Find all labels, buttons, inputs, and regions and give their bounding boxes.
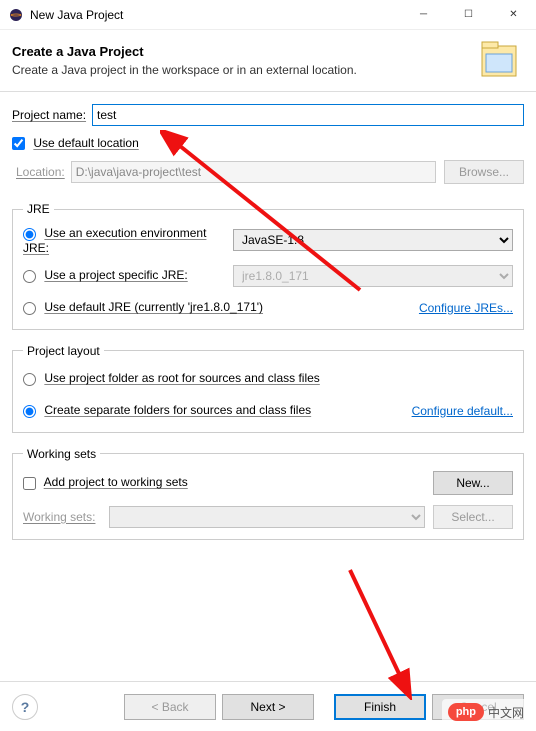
location-label: Location:	[16, 165, 65, 179]
use-default-location-checkbox[interactable]: Use default location	[12, 136, 145, 150]
annotation-arrow-2	[340, 560, 440, 700]
project-name-input[interactable]	[92, 104, 524, 126]
new-working-set-button[interactable]: New...	[433, 471, 513, 495]
configure-default-link[interactable]: Configure default...	[412, 404, 513, 418]
wizard-icon	[474, 36, 524, 85]
location-input	[71, 161, 436, 183]
layout-group: Project layout Use project folder as roo…	[12, 344, 524, 433]
layout-separate-radio[interactable]: Create separate folders for sources and …	[23, 403, 317, 417]
working-sets-group: Working sets Add project to working sets…	[12, 447, 524, 540]
content: Project name: Use default location Locat…	[0, 92, 536, 566]
banner: Create a Java Project Create a Java proj…	[0, 30, 536, 92]
back-button: < Back	[124, 694, 216, 720]
close-button[interactable]: ✕	[491, 0, 536, 30]
working-sets-legend: Working sets	[23, 447, 100, 461]
use-default-location-check[interactable]	[12, 137, 25, 150]
configure-jres-link[interactable]: Configure JREs...	[419, 301, 513, 315]
window-title: New Java Project	[30, 8, 123, 22]
help-button[interactable]: ?	[12, 694, 38, 720]
minimize-button[interactable]: ─	[401, 0, 446, 30]
jre-specific-radio[interactable]: Use a project specific JRE:	[23, 268, 233, 282]
page-subtitle: Create a Java project in the workspace o…	[12, 63, 357, 77]
titlebar: New Java Project ─ ☐ ✕	[0, 0, 536, 30]
browse-button: Browse...	[444, 160, 524, 184]
finish-button[interactable]: Finish	[334, 694, 426, 720]
jre-specific-select: jre1.8.0_171	[233, 265, 513, 287]
layout-root-radio[interactable]: Use project folder as root for sources a…	[23, 371, 326, 385]
maximize-button[interactable]: ☐	[446, 0, 491, 30]
jre-exec-env-select[interactable]: JavaSE-1.8	[233, 229, 513, 251]
next-button[interactable]: Next >	[222, 694, 314, 720]
jre-default-radio[interactable]: Use default JRE (currently 'jre1.8.0_171…	[23, 300, 269, 314]
jre-legend: JRE	[23, 202, 54, 216]
working-sets-select	[109, 506, 425, 528]
select-working-set-button: Select...	[433, 505, 513, 529]
add-to-working-sets-checkbox[interactable]: Add project to working sets	[23, 475, 194, 489]
watermark-logo: php 中文网	[442, 699, 530, 725]
eclipse-icon	[8, 7, 24, 23]
jre-group: JRE Use an execution environment JRE: Ja…	[12, 202, 524, 329]
jre-exec-env-radio[interactable]: Use an execution environment JRE:	[23, 226, 233, 254]
project-name-label: Project name:	[12, 108, 86, 122]
page-title: Create a Java Project	[12, 44, 357, 59]
layout-legend: Project layout	[23, 344, 104, 358]
working-sets-label: Working sets:	[23, 510, 95, 524]
